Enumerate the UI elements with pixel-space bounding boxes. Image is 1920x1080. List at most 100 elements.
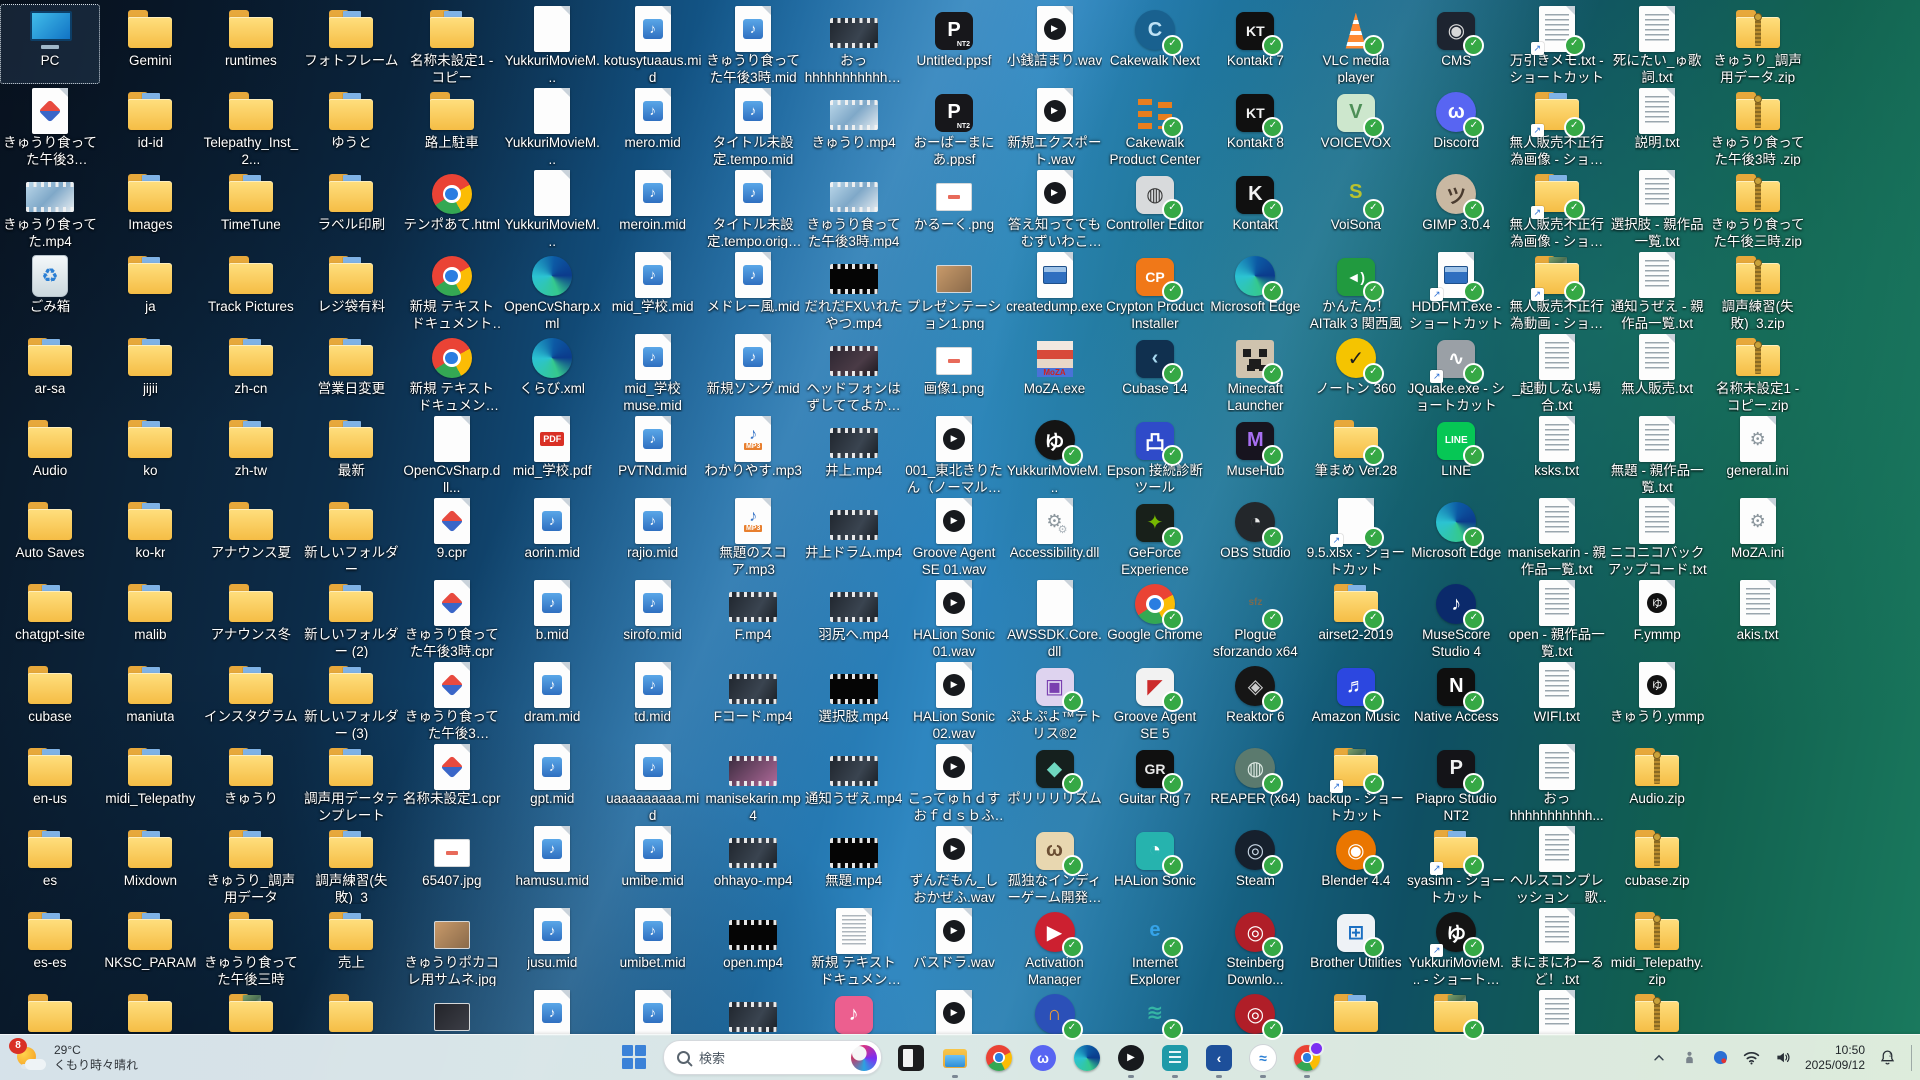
desktop-icon[interactable]: ゆ ✓ YukkuriMovieM... (1005, 414, 1105, 494)
desktop-icon[interactable]: ◎ ✓ Steam (1205, 824, 1305, 904)
desktop-icon[interactable]: midi_Telepathy (100, 742, 200, 822)
desktop-icon[interactable]: ✓ ↗ 万引きメモ.txt - ショートカット (1507, 4, 1607, 84)
desktop-icon[interactable]: 井上ドラム.mp4 (804, 496, 904, 576)
desktop-icon[interactable]: PC (0, 4, 100, 84)
desktop-icon[interactable]: LINE ✓ LINE (1406, 414, 1506, 494)
desktop-icon[interactable]: NKSC_PARAM (100, 906, 200, 986)
desktop-icon[interactable]: くらび.xml (502, 332, 602, 412)
desktop-icon[interactable]: ▶ HALion Sonic 01.wav (904, 578, 1004, 658)
desktop-icon[interactable]: ✓ ↗ 9.5.xlsx - ショートカット (1306, 496, 1406, 576)
desktop-icon[interactable]: midi_Telepathy.zip (1607, 906, 1707, 986)
desktop-icon[interactable]: 井上.mp4 (804, 414, 904, 494)
taskbar-app-media-player[interactable]: ▶ (1109, 1036, 1153, 1080)
desktop-icon[interactable]: きゅうり食ってた午後3時-02.cpr (402, 660, 502, 740)
desktop-icon[interactable]: ✓ Microsoft Edge (1406, 496, 1506, 576)
desktop-icon[interactable]: ✓ VLC media player (1306, 4, 1406, 84)
desktop-icon[interactable]: 65407.jpg (402, 824, 502, 904)
desktop-icon[interactable]: 営業日変更 (301, 332, 401, 412)
desktop-icon[interactable]: きゅうり食ってた午後3時 .zip (1708, 86, 1808, 166)
desktop-icon[interactable]: Audio (0, 414, 100, 494)
taskbar-app-audio-app[interactable]: ≈ (1241, 1036, 1285, 1080)
desktop-icon[interactable]: malib (100, 578, 200, 658)
desktop-icon[interactable]: インスタグラム (201, 660, 301, 740)
desktop-icon[interactable]: まにまにわーるど！.txt (1507, 906, 1607, 986)
desktop-icon[interactable]: Gemini (100, 4, 200, 84)
desktop-icon[interactable]: ♪ mid_学校muse.mid (603, 332, 703, 412)
desktop-icon[interactable]: ✓ ↗ syasinn - ショートカット (1406, 824, 1506, 904)
desktop-icon[interactable]: ◈ ✓ Reaktor 6 (1205, 660, 1305, 740)
desktop-icon[interactable]: きゅうり食ってた午後三時.zip (1708, 168, 1808, 248)
desktop-icon[interactable]: chatgpt-site (0, 578, 100, 658)
desktop-icon[interactable]: S ✓ VoiSona (1306, 168, 1406, 248)
desktop-icon[interactable]: ◉ ✓ CMS (1406, 4, 1506, 84)
desktop-icon[interactable]: きゅうりポカコレ用サムネ.jpg (402, 906, 502, 986)
desktop-icon[interactable]: es-es (0, 906, 100, 986)
desktop-icon[interactable]: 路上駐車 (402, 86, 502, 166)
desktop-icon[interactable]: ✓ Microsoft Edge (1205, 250, 1305, 330)
desktop-icon[interactable]: ✓ Google Chrome (1105, 578, 1205, 658)
desktop-icon[interactable]: ⚙ MoZA.ini (1708, 496, 1808, 576)
desktop-icon[interactable]: ▶ HALion Sonic 02.wav (904, 660, 1004, 740)
desktop-icon[interactable]: 死にたい_ゅ歌詞.txt (1607, 4, 1707, 84)
desktop-icon[interactable]: Track Pictures (201, 250, 301, 330)
desktop-icon[interactable]: ♪ mero.mid (603, 86, 703, 166)
desktop-icon[interactable]: ♪ hamusu.mid (502, 824, 602, 904)
desktop-icon[interactable]: きゅうり食ってた午後3時-01.cpr (0, 86, 100, 166)
desktop-icon[interactable]: ゆきゅうり.ymmp (1607, 660, 1707, 740)
desktop-icon[interactable]: OpenCvSharp.xml (502, 250, 602, 330)
desktop-icon[interactable]: cubase (0, 660, 100, 740)
desktop-icon[interactable]: 画像1.png (904, 332, 1004, 412)
desktop-icon[interactable]: ◔ ✓ OBS Studio (1205, 496, 1305, 576)
desktop-icon[interactable]: 新規 テキスト ドキュメント.html (402, 332, 502, 412)
desktop-icon[interactable]: 新規 テキスト ドキュメント (2).html (402, 250, 502, 330)
desktop-icon[interactable]: Fコード.mp4 (703, 660, 803, 740)
desktop-icon[interactable]: ニコニコバックアップコード.txt (1607, 496, 1707, 576)
desktop-icon[interactable]: ♪タイトル未設定.tempo.orig1.mid (703, 168, 803, 248)
desktop-icon[interactable]: ♪ umibe.mid (603, 824, 703, 904)
desktop-icon[interactable]: きゅうり食ってた.mp4 (0, 168, 100, 248)
desktop-icon[interactable]: レジ袋有料 (301, 250, 401, 330)
desktop-icon[interactable]: ▶ 小銭詰まり.wav (1005, 4, 1105, 84)
tray-clock[interactable]: 10:50 2025/09/12 (1805, 1043, 1865, 1073)
desktop-icon[interactable]: ♪ umibet.mid (603, 906, 703, 986)
desktop-icon[interactable]: ラベル印刷 (301, 168, 401, 248)
desktop-icon[interactable]: ♪ jusu.mid (502, 906, 602, 986)
accessibility-person-icon[interactable] (1681, 1049, 1699, 1067)
desktop-icon[interactable]: createdump.exe (1005, 250, 1105, 330)
desktop-icon[interactable]: きゅうり (201, 742, 301, 822)
desktop-icon[interactable]: 調声用データテンプレート (301, 742, 401, 822)
desktop-icon[interactable]: きゅうり_調声用データ.zip (1708, 4, 1808, 84)
desktop-icon[interactable]: 通知うぜえ - 親作品一覧.txt (1607, 250, 1707, 330)
desktop-icon[interactable]: ▶ 新規エクスポート.wav (1005, 86, 1105, 166)
desktop-icon[interactable]: ♪ sirofo.mid (603, 578, 703, 658)
desktop-icon[interactable]: F.mp4 (703, 578, 803, 658)
desktop-icon[interactable]: ▶001_東北きりたん（ノーマル）_今じゃ... (904, 414, 1004, 494)
tray-app-icon[interactable] (1712, 1049, 1730, 1067)
desktop-icon[interactable]: YukkuriMovieM... (502, 168, 602, 248)
desktop-icon[interactable]: ♪ メドレー風.mid (703, 250, 803, 330)
desktop-icon[interactable]: ♪ MP3 無題のスコア.mp3 (703, 496, 803, 576)
desktop-icon[interactable]: e ✓ Internet Explorer (1105, 906, 1205, 986)
search-box[interactable]: 検索 (663, 1040, 882, 1075)
desktop-icon[interactable]: ksks.txt (1507, 414, 1607, 494)
desktop-icon[interactable]: CP ✓ Crypton Product Installer (1105, 250, 1205, 330)
desktop-icon[interactable]: ✦ ✓ GeForce Experience (1105, 496, 1205, 576)
desktop-icon[interactable]: ヘルスコンプレッション__歌詞.txt (1507, 824, 1607, 904)
desktop-icon[interactable]: Images (100, 168, 200, 248)
desktop-icon[interactable]: ✓ Cakewalk Product Center (1105, 86, 1205, 166)
desktop-icon[interactable]: ▶答え知っててもむずいわこれ.wav (1005, 168, 1105, 248)
wifi-icon[interactable] (1743, 1049, 1761, 1067)
desktop-icon[interactable]: ✓ ✓ ノートン 360 (1306, 332, 1406, 412)
desktop-icon[interactable]: YukkuriMovieM... (502, 86, 602, 166)
desktop-icon[interactable]: 名称未設定1.cpr (402, 742, 502, 822)
desktop-icon[interactable]: ♪ aorin.mid (502, 496, 602, 576)
desktop-icon[interactable]: かるーく.png (904, 168, 1004, 248)
desktop-icon[interactable]: 調声練習(失敗)_3 (301, 824, 401, 904)
desktop-icon[interactable]: ◄) ✓ かんたん！ AITalk 3 関西風 (1306, 250, 1406, 330)
desktop-icon[interactable]: zh-tw (201, 414, 301, 494)
desktop-icon[interactable]: 最新 (301, 414, 401, 494)
desktop-icon[interactable]: ▶こってゅｈｄすおｆｄｓｂふぉ.wav (904, 742, 1004, 822)
desktop-icon[interactable]: 新しいフォルダー (2) (301, 578, 401, 658)
desktop-icon[interactable]: ツ ✓ GIMP 3.0.4 (1406, 168, 1506, 248)
desktop-icon[interactable]: ♪ kotusytuaaus.mid (603, 4, 703, 84)
